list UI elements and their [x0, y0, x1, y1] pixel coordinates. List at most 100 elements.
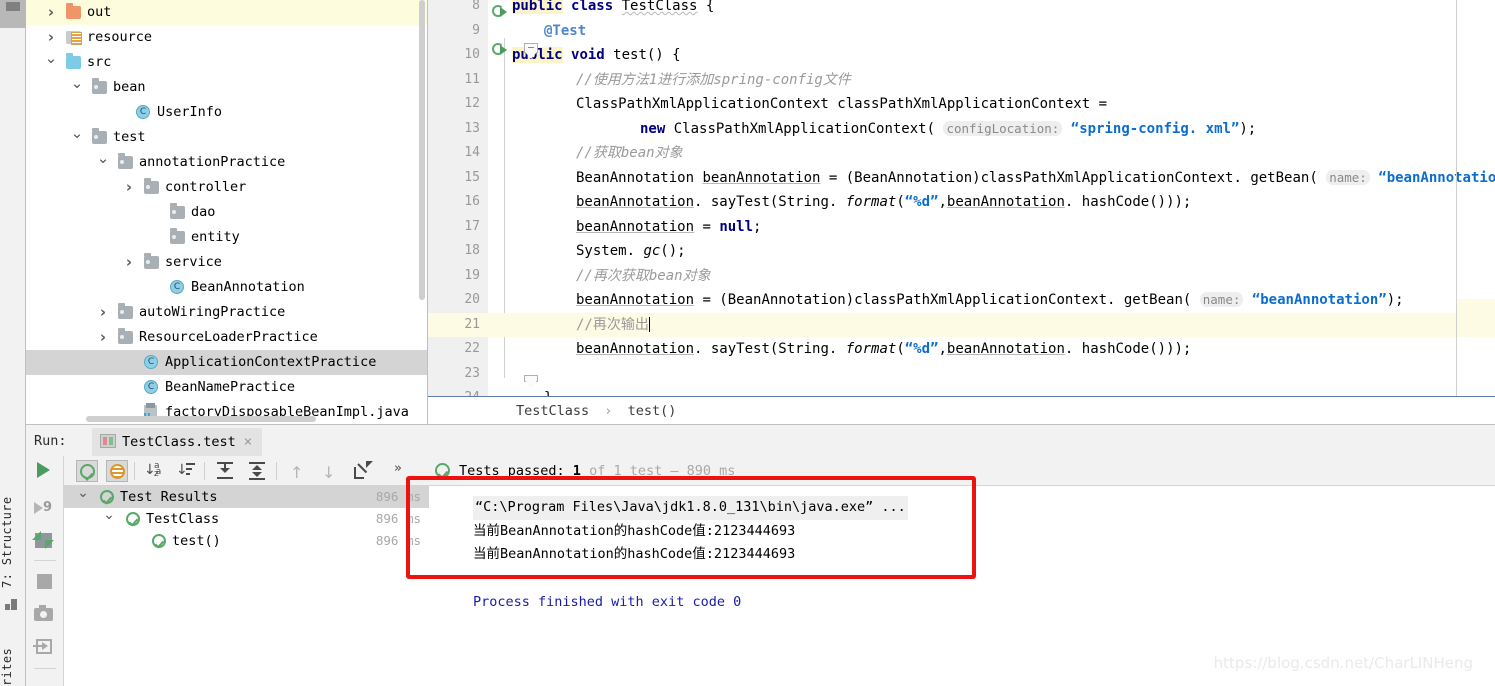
- tree-item-autowiringpractice[interactable]: autoWiringPractice: [26, 300, 427, 325]
- code-text: ClassPathXmlApplicationContext classPath…: [576, 96, 1108, 112]
- tree-item-bean[interactable]: bean: [26, 75, 427, 100]
- tree-item-controller[interactable]: controller: [26, 175, 427, 200]
- breadcrumb-separator: ›: [604, 403, 613, 419]
- code-line-14[interactable]: 14 //获取bean对象: [428, 141, 1495, 166]
- chevron-right-icon[interactable]: [44, 0, 58, 25]
- code-line-17[interactable]: 17 beanAnnotation = null;: [428, 215, 1495, 240]
- code-line-22[interactable]: 22 beanAnnotation. sayTest(String. format…: [428, 337, 1495, 362]
- project-tree-vertical-scrollbar[interactable]: [419, 0, 425, 300]
- line-number: 11: [464, 71, 480, 87]
- code-line-8[interactable]: 8 public class TestClass {: [428, 0, 1495, 19]
- chevron-right-icon[interactable]: [44, 25, 58, 50]
- code-line-23[interactable]: 23: [428, 362, 1495, 387]
- tree-item-annotationpractice[interactable]: annotationPractice: [26, 150, 427, 175]
- export-to-file-icon[interactable]: [33, 636, 56, 658]
- show-passed-toggle[interactable]: [76, 460, 98, 482]
- tree-item-src[interactable]: src: [26, 50, 427, 75]
- code-text: BeanAnnotation beanAnnotation = (BeanAnn…: [576, 169, 1495, 186]
- code-line-9[interactable]: 9 @Test: [428, 19, 1495, 44]
- chevron-down-icon[interactable]: [96, 150, 110, 175]
- line-number: 22: [464, 341, 480, 356]
- test-results-tree[interactable]: Test Results 896 ms TestClass 896 ms test() 8…: [64, 486, 429, 686]
- code-line-10[interactable]: 10 public void test() {: [428, 43, 1495, 68]
- left-tool-strip: 7: Structure rites: [0, 0, 26, 686]
- code-line-15[interactable]: 15 BeanAnnotation beanAnnotation = (BeanA…: [428, 166, 1495, 191]
- tree-item-resourceloaderpractice[interactable]: ResourceLoaderPractice: [26, 325, 427, 350]
- code-line-12[interactable]: 12 ClassPathXmlApplicationContext classPa…: [428, 92, 1495, 117]
- chevron-down-icon[interactable]: [44, 50, 58, 75]
- tree-item-entity[interactable]: entity: [26, 225, 427, 250]
- test-tree-row[interactable]: TestClass 896 ms: [64, 508, 429, 530]
- folder-blue-icon: [66, 53, 81, 69]
- code-line-20[interactable]: 20 beanAnnotation = (BeanAnnotation)class…: [428, 288, 1495, 313]
- chevron-down-icon[interactable]: [102, 508, 116, 530]
- code-line-18[interactable]: 18 System. gc();: [428, 239, 1495, 264]
- rerun-icon[interactable]: [37, 462, 50, 478]
- show-ignored-toggle[interactable]: [106, 460, 128, 482]
- export-test-results-icon[interactable]: [352, 460, 374, 482]
- tree-item-service[interactable]: service: [26, 250, 427, 275]
- tree-item-dao[interactable]: dao: [26, 200, 427, 225]
- line-number: 16: [464, 194, 480, 209]
- code-text: beanAnnotation = (BeanAnnotation)classPa…: [576, 292, 1404, 308]
- folder-resource-icon: [66, 31, 82, 45]
- tool-tab-structure[interactable]: 7: Structure: [0, 468, 26, 589]
- code-line-19[interactable]: 19 //再次获取bean对象: [428, 264, 1495, 289]
- test-name-label: Test Results: [120, 489, 218, 505]
- code-line-11[interactable]: 11 //使用方法1进行添加spring-config文件: [428, 68, 1495, 93]
- tree-item-userinfo[interactable]: C UserInfo: [26, 100, 427, 125]
- tree-item-applicationcontextpractice[interactable]: C ApplicationContextPractice: [26, 350, 427, 375]
- rerun-failed-tests-icon[interactable]: 9: [34, 498, 56, 520]
- collapse-all-icon[interactable]: [246, 460, 268, 482]
- rerun-tests-icon[interactable]: [32, 530, 56, 552]
- junit-run-icon: [100, 434, 116, 448]
- breadcrumb-method[interactable]: test(): [628, 403, 677, 419]
- chevron-right-icon[interactable]: [96, 300, 110, 325]
- line-number: 24: [428, 386, 480, 396]
- test-tree-row[interactable]: test() 896 ms: [64, 530, 429, 552]
- sort-alphabetically-icon[interactable]: ↓a a z: [142, 460, 164, 482]
- close-icon[interactable]: ×: [244, 434, 252, 450]
- project-tree-horizontal-scrollbar[interactable]: [86, 416, 316, 422]
- tree-item-out[interactable]: out: [26, 0, 427, 25]
- code-fold-end-icon[interactable]: [524, 375, 538, 391]
- tool-tab-favorites[interactable]: rites: [0, 606, 26, 686]
- editor-scroll-divider: [1456, 0, 1457, 396]
- chevron-right-icon[interactable]: [122, 175, 136, 200]
- tests-passed-suffix: of 1 test – 890 ms: [580, 463, 736, 479]
- tree-item-test[interactable]: test: [26, 125, 427, 150]
- snapshot-icon[interactable]: [34, 604, 56, 626]
- expand-all-icon[interactable]: [214, 460, 236, 482]
- stop-icon[interactable]: [37, 574, 52, 589]
- next-failed-test-icon[interactable]: ↓: [318, 460, 340, 482]
- run-window-label: Run:: [34, 433, 67, 449]
- test-tree-row[interactable]: Test Results 896 ms: [64, 486, 429, 508]
- code-line-24[interactable]: 24}: [428, 386, 1495, 396]
- tests-passed-count: 1: [572, 463, 581, 479]
- code-line-13[interactable]: 13 new ClassPathXmlApplicationContext( co…: [428, 117, 1495, 142]
- chevron-right-icon[interactable]: [122, 250, 136, 275]
- run-method-gutter-icon[interactable]: [492, 41, 510, 59]
- tree-item-beanannotation[interactable]: C BeanAnnotation: [26, 275, 427, 300]
- sort-by-duration-icon[interactable]: ↓: [174, 460, 196, 482]
- tree-item-beannamepractice[interactable]: C BeanNamePractice: [26, 375, 427, 400]
- run-configuration-tab[interactable]: TestClass.test ×: [92, 428, 263, 457]
- chevron-right-icon[interactable]: [96, 325, 110, 350]
- tree-item-label: annotationPractice: [139, 154, 286, 170]
- code-line-21[interactable]: 21 //再次输出: [428, 312, 1495, 337]
- run-tab-title: TestClass.test: [122, 434, 236, 450]
- chevron-down-icon[interactable]: [70, 125, 84, 150]
- breadcrumb-class[interactable]: TestClass: [516, 403, 589, 419]
- code-text: beanAnnotation. sayTest(String. format(“…: [576, 341, 1192, 357]
- chevron-down-icon[interactable]: [76, 486, 90, 508]
- code-line-16[interactable]: 16 beanAnnotation. sayTest(String. format…: [428, 190, 1495, 215]
- code-fold-collapse-icon[interactable]: [524, 43, 538, 59]
- tree-item-resource[interactable]: resource: [26, 25, 427, 50]
- breadcrumb[interactable]: TestClass › test(): [428, 396, 1495, 424]
- line-number: 23: [464, 365, 480, 381]
- toolbar-overflow-icon[interactable]: »: [394, 461, 402, 476]
- chevron-down-icon[interactable]: [70, 75, 84, 100]
- code-editor[interactable]: 8 public class TestClass {9 @Test 10 public …: [428, 0, 1495, 396]
- previous-failed-test-icon[interactable]: ↑: [286, 460, 308, 482]
- run-class-gutter-icon[interactable]: [492, 3, 510, 21]
